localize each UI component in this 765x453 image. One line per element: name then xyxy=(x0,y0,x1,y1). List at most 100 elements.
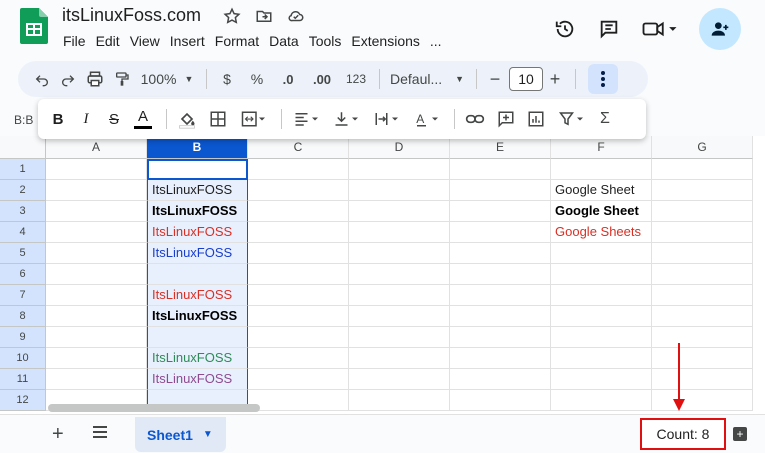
cell-d1[interactable] xyxy=(349,159,450,180)
cell-e2[interactable] xyxy=(450,180,551,201)
cell-a11[interactable] xyxy=(46,369,147,390)
italic-icon[interactable]: I xyxy=(74,105,98,133)
cell-f7[interactable] xyxy=(551,285,652,306)
merge-cells-icon[interactable] xyxy=(235,105,271,133)
text-color-icon[interactable]: A xyxy=(130,105,156,133)
cell-f1[interactable] xyxy=(551,159,652,180)
menu-view[interactable]: View xyxy=(125,31,165,51)
cell-g1[interactable] xyxy=(652,159,753,180)
cell-g7[interactable] xyxy=(652,285,753,306)
cell-c4[interactable] xyxy=(248,222,349,243)
cell-d4[interactable] xyxy=(349,222,450,243)
row-header[interactable]: 11 xyxy=(0,369,46,390)
cell-d8[interactable] xyxy=(349,306,450,327)
cell-c12[interactable] xyxy=(248,390,349,411)
row-header[interactable]: 8 xyxy=(0,306,46,327)
cell-c2[interactable] xyxy=(248,180,349,201)
document-title[interactable]: itsLinuxFoss.com xyxy=(62,5,201,26)
cell-g4[interactable] xyxy=(652,222,753,243)
cell-a10[interactable] xyxy=(46,348,147,369)
cell-d7[interactable] xyxy=(349,285,450,306)
cell-a6[interactable] xyxy=(46,264,147,285)
move-folder-icon[interactable] xyxy=(254,6,274,26)
strikethrough-icon[interactable]: S xyxy=(102,105,126,133)
cell-d3[interactable] xyxy=(349,201,450,222)
cell-a5[interactable] xyxy=(46,243,147,264)
cell-g8[interactable] xyxy=(652,306,753,327)
cell-g10[interactable] xyxy=(652,348,753,369)
cell-f10[interactable] xyxy=(551,348,652,369)
cell-f4[interactable]: Google Sheets xyxy=(551,222,652,243)
cell-b1[interactable] xyxy=(147,159,248,180)
cell-e7[interactable] xyxy=(450,285,551,306)
cell-f8[interactable] xyxy=(551,306,652,327)
cell-d9[interactable] xyxy=(349,327,450,348)
cell-b5[interactable]: ItsLinuxFOSS xyxy=(147,243,248,264)
menu-data[interactable]: Data xyxy=(264,31,304,51)
sheet-tab[interactable]: Sheet1 ▼ xyxy=(135,417,226,452)
cell-c1[interactable] xyxy=(248,159,349,180)
horizontal-align-icon[interactable] xyxy=(288,105,324,133)
count-summary[interactable]: Count: 8 xyxy=(640,418,726,450)
cell-a9[interactable] xyxy=(46,327,147,348)
cell-d6[interactable] xyxy=(349,264,450,285)
insert-link-icon[interactable] xyxy=(461,105,489,133)
filter-icon[interactable] xyxy=(553,105,589,133)
print-icon[interactable] xyxy=(82,65,108,93)
column-header-f[interactable]: F xyxy=(551,136,652,159)
cell-d2[interactable] xyxy=(349,180,450,201)
cell-d10[interactable] xyxy=(349,348,450,369)
cell-c5[interactable] xyxy=(248,243,349,264)
cell-g12[interactable] xyxy=(652,390,753,411)
share-button[interactable] xyxy=(699,8,741,50)
cell-g3[interactable] xyxy=(652,201,753,222)
borders-icon[interactable] xyxy=(205,105,231,133)
cell-e1[interactable] xyxy=(450,159,551,180)
insert-chart-icon[interactable] xyxy=(523,105,549,133)
cell-c11[interactable] xyxy=(248,369,349,390)
column-header-e[interactable]: E xyxy=(450,136,551,159)
menu-more[interactable]: ... xyxy=(425,31,447,51)
cell-f3[interactable]: Google Sheet xyxy=(551,201,652,222)
cell-b11[interactable]: ItsLinuxFOSS xyxy=(147,369,248,390)
cell-f9[interactable] xyxy=(551,327,652,348)
cell-f12[interactable] xyxy=(551,390,652,411)
menu-tools[interactable]: Tools xyxy=(304,31,347,51)
cell-g5[interactable] xyxy=(652,243,753,264)
cell-c3[interactable] xyxy=(248,201,349,222)
font-size-input[interactable]: 10 xyxy=(509,67,543,91)
cell-g11[interactable] xyxy=(652,369,753,390)
row-header[interactable]: 9 xyxy=(0,327,46,348)
column-header-b[interactable]: B xyxy=(147,136,248,159)
more-options-button[interactable] xyxy=(588,64,618,94)
cell-a2[interactable] xyxy=(46,180,147,201)
cell-e9[interactable] xyxy=(450,327,551,348)
cell-a8[interactable] xyxy=(46,306,147,327)
cell-b10[interactable]: ItsLinuxFOSS xyxy=(147,348,248,369)
add-sheet-icon[interactable]: + xyxy=(52,423,64,446)
horizontal-scrollbar[interactable] xyxy=(48,404,260,412)
cell-b9[interactable] xyxy=(147,327,248,348)
cell-g2[interactable] xyxy=(652,180,753,201)
menu-edit[interactable]: Edit xyxy=(91,31,125,51)
row-header[interactable]: 2 xyxy=(0,180,46,201)
font-select[interactable]: Defaul... ▼ xyxy=(386,65,468,93)
all-sheets-menu-icon[interactable] xyxy=(92,425,108,444)
name-box[interactable]: B:B xyxy=(14,113,33,127)
menu-file[interactable]: File xyxy=(58,31,91,51)
decrease-decimal-button[interactable]: .0 xyxy=(273,65,303,93)
row-header[interactable]: 7 xyxy=(0,285,46,306)
cell-e6[interactable] xyxy=(450,264,551,285)
cell-f5[interactable] xyxy=(551,243,652,264)
row-header[interactable]: 5 xyxy=(0,243,46,264)
cell-f6[interactable] xyxy=(551,264,652,285)
vertical-align-icon[interactable] xyxy=(328,105,364,133)
column-header-c[interactable]: C xyxy=(248,136,349,159)
cell-g6[interactable] xyxy=(652,264,753,285)
cell-e5[interactable] xyxy=(450,243,551,264)
cell-a7[interactable] xyxy=(46,285,147,306)
cell-g9[interactable] xyxy=(652,327,753,348)
percent-button[interactable]: % xyxy=(243,65,271,93)
paint-format-icon[interactable] xyxy=(110,65,134,93)
cell-e11[interactable] xyxy=(450,369,551,390)
